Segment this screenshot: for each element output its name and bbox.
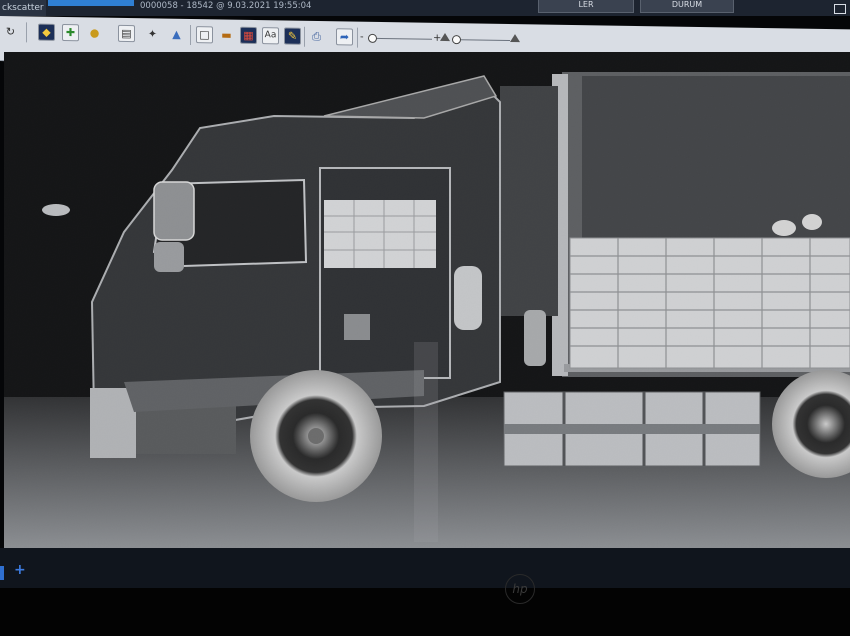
contrast-icon	[440, 32, 450, 42]
brightness-icon	[510, 34, 520, 43]
text-icon[interactable]: Aa	[262, 27, 279, 45]
maximize-icon[interactable]	[834, 4, 846, 14]
magic-wand-icon[interactable]: ✦	[144, 25, 161, 42]
palette-icon[interactable]: ●	[86, 24, 103, 41]
xray-image	[4, 52, 850, 548]
pen-icon[interactable]: ✎	[284, 27, 301, 45]
status-button[interactable]: DURUM	[640, 0, 734, 13]
printer-icon[interactable]: ⎙	[308, 28, 325, 45]
puzzle-icon[interactable]: ✚	[62, 23, 79, 42]
add-icon[interactable]: +	[14, 562, 26, 578]
export-icon[interactable]: ➦	[336, 28, 353, 46]
monitor-bezel	[0, 588, 850, 636]
app-tab[interactable]: ckscatter	[0, 0, 46, 16]
active-tab-indicator[interactable]	[48, 0, 134, 6]
zoom-slider-knob[interactable]	[368, 33, 377, 43]
ruler-icon[interactable]: ▬	[218, 26, 235, 43]
contrast-slider-knob[interactable]	[452, 35, 461, 45]
film-icon[interactable]: ▦	[240, 26, 257, 45]
document-icon[interactable]: ▤	[118, 24, 135, 43]
side-marker	[0, 566, 4, 580]
toolbar-separator	[26, 22, 27, 43]
toolbar-separator	[357, 27, 358, 48]
reports-button[interactable]: LER	[538, 0, 634, 13]
map-pin-icon[interactable]: ◆	[38, 23, 55, 41]
refresh-icon[interactable]: ↻	[2, 23, 19, 40]
drop-icon[interactable]: ▲	[168, 26, 185, 43]
zoom-slider-track[interactable]	[368, 37, 432, 40]
toolbar-separator	[304, 26, 305, 47]
scan-info-label: 0000058 - 18542 @ 9.03.2021 19:55:04	[140, 1, 312, 11]
zoom-out-label[interactable]: -	[360, 32, 364, 43]
xray-viewer[interactable]	[4, 52, 850, 548]
hp-logo: hp	[505, 574, 535, 604]
frame-icon[interactable]: □	[196, 26, 213, 44]
toolbar-separator	[190, 24, 191, 46]
status-strip	[0, 548, 850, 588]
